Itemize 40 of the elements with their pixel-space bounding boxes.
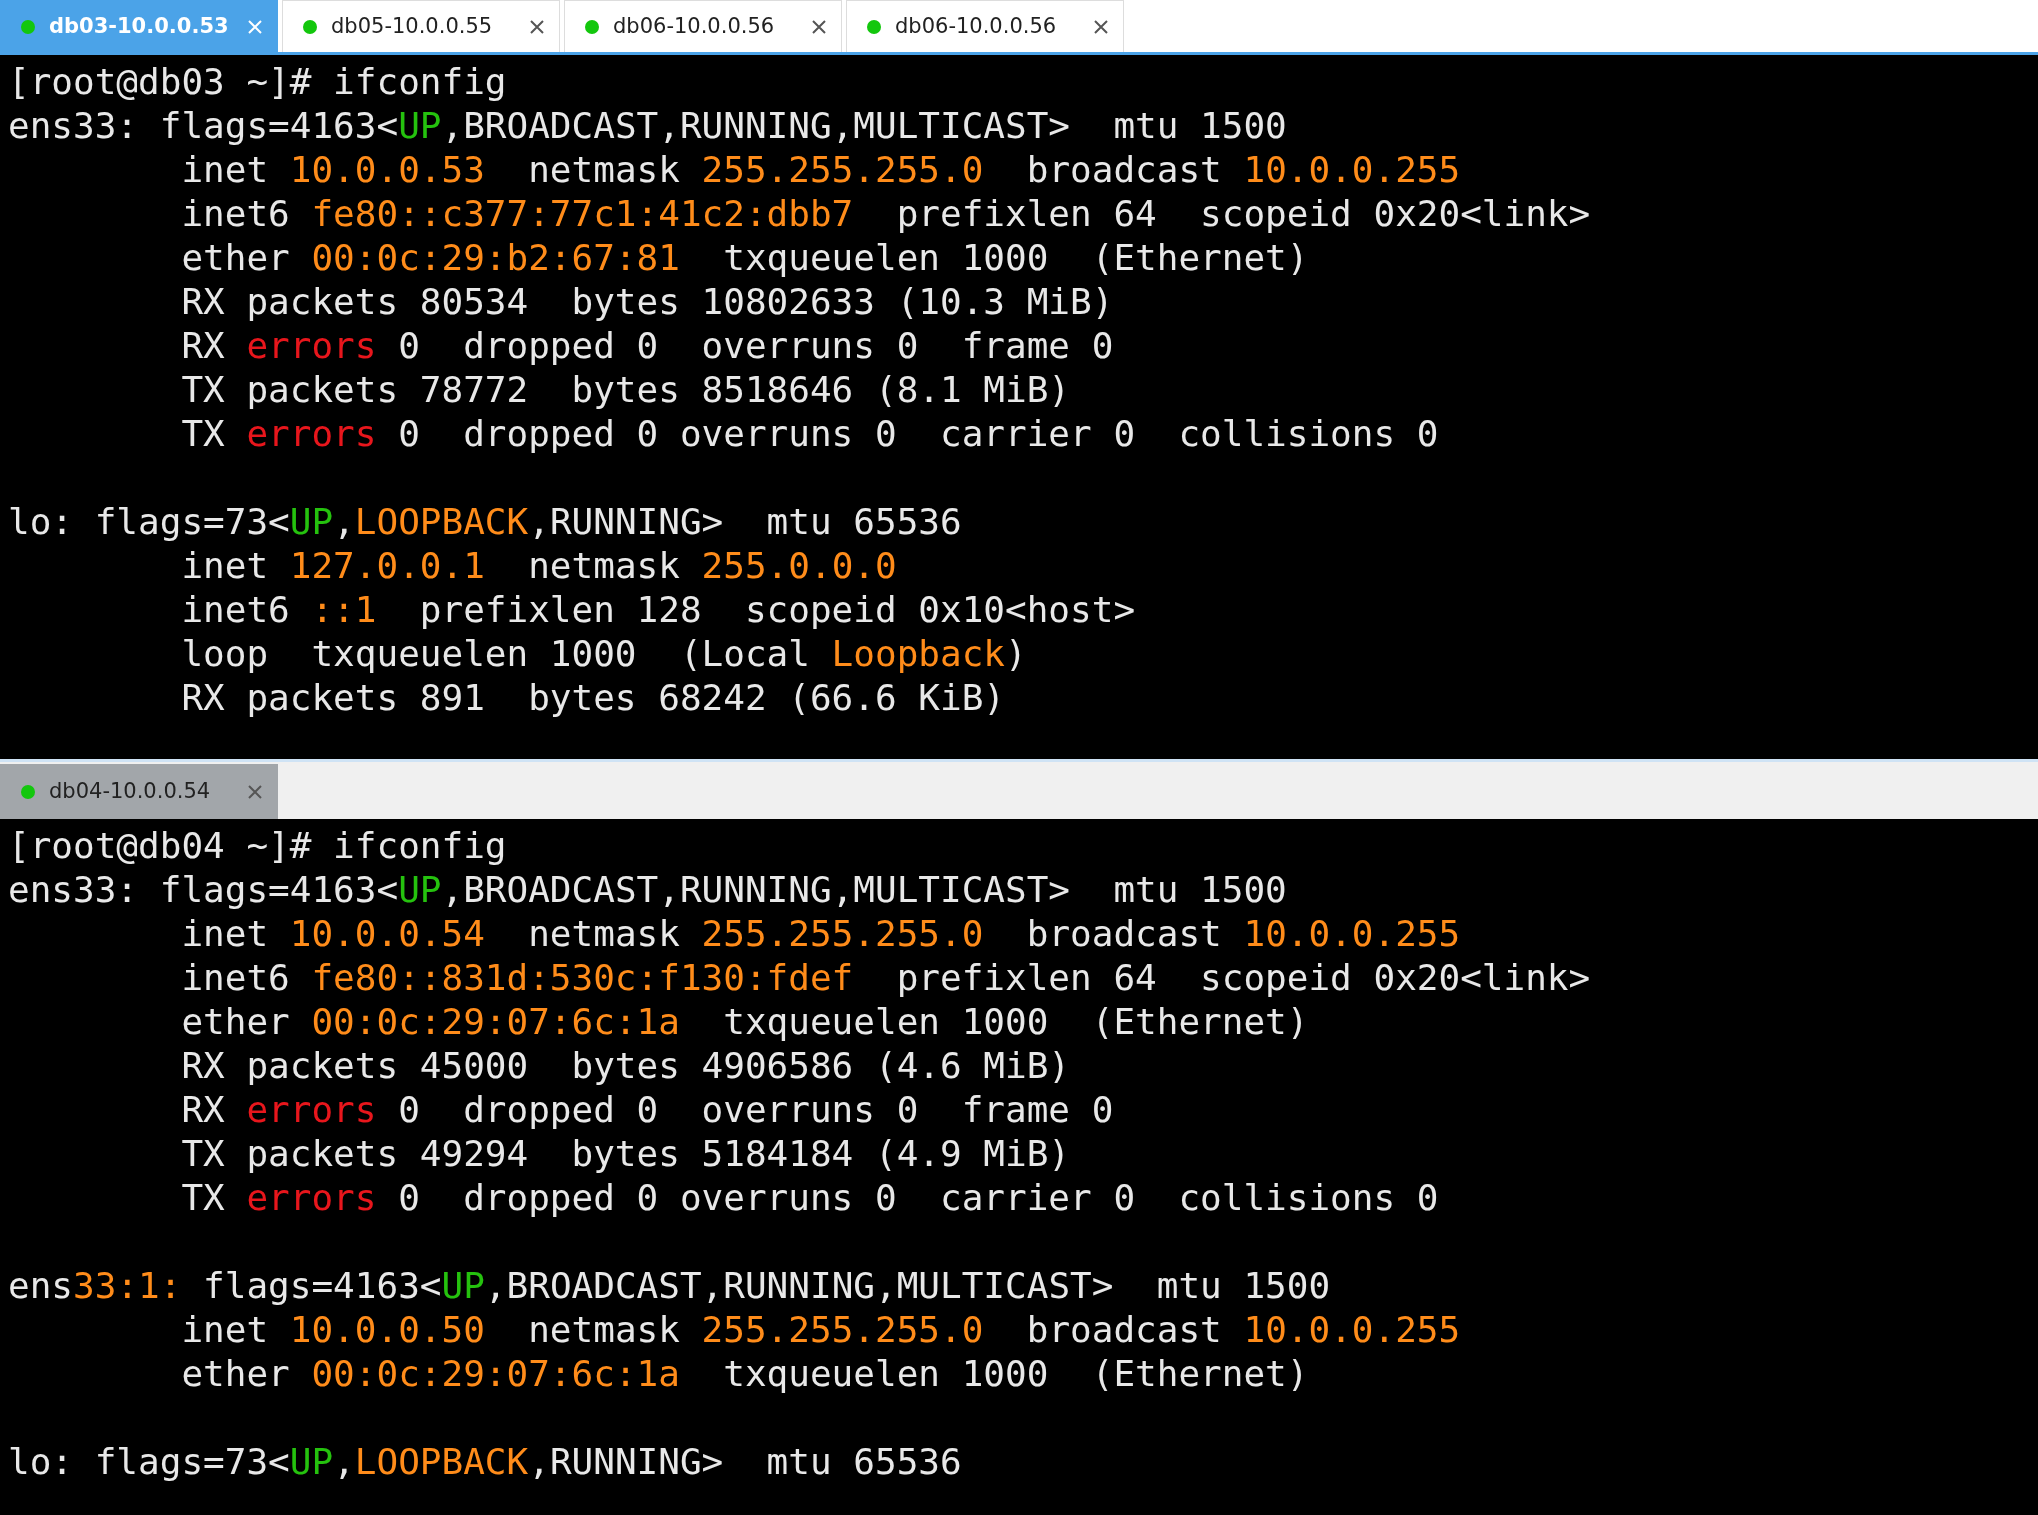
terminal-line: ether 00:0c:29:07:6c:1a txqueuelen 1000 (Ethernet) bbox=[180, 1352, 1309, 1396]
terminal-line: lo: flags=73<UP,LOOPBACK,RUNNING> mtu 65536 bbox=[8, 1440, 962, 1484]
terminal-line: RX packets 45000 bytes 4906586 (4.6 MiB) bbox=[180, 1044, 1071, 1088]
session-tab[interactable]: db06-10.0.0.56 bbox=[564, 0, 842, 52]
terminal-line: inet 10.0.0.50 netmask 255.255.255.0 broadcast 10.0.0.255 bbox=[180, 1308, 1461, 1352]
terminal-line: TX errors 0 dropped 0 overruns 0 carrier 0 collisions 0 bbox=[180, 412, 1439, 456]
close-icon[interactable] bbox=[811, 18, 827, 35]
close-icon[interactable] bbox=[1093, 18, 1109, 35]
terminal-line: ens33: flags=4163<UP,BROADCAST,RUNNING,MULTICAST> mtu 1500 bbox=[8, 868, 1287, 912]
terminal-line: inet6 ::1 prefixlen 128 scopeid 0x10<host> bbox=[180, 588, 1136, 632]
terminal-line: RX packets 80534 bytes 10802633 (10.3 MiB) bbox=[180, 280, 1114, 324]
terminal-line: RX errors 0 dropped 0 overruns 0 frame 0 bbox=[180, 324, 1114, 368]
terminal-line: inet 127.0.0.1 netmask 255.0.0.0 bbox=[180, 544, 897, 588]
status-dot-icon bbox=[867, 19, 881, 34]
status-dot-icon bbox=[585, 19, 599, 34]
terminal-line: RX packets 891 bytes 68242 (66.6 KiB) bbox=[180, 676, 1005, 720]
close-icon[interactable] bbox=[529, 18, 545, 35]
terminal-line: TX errors 0 dropped 0 overruns 0 carrier 0 collisions 0 bbox=[180, 1176, 1439, 1220]
terminal-line: RX errors 0 dropped 0 overruns 0 frame 0 bbox=[180, 1088, 1114, 1132]
terminal-line: ether 00:0c:29:b2:67:81 txqueuelen 1000 (Ethernet) bbox=[180, 236, 1309, 280]
terminal-line: TX packets 78772 bytes 8518646 (8.1 MiB) bbox=[180, 368, 1071, 412]
terminal-line: loop txqueuelen 1000 (Local Loopback) bbox=[180, 632, 1027, 676]
terminal-line: TX packets 49294 bytes 5184184 (4.9 MiB) bbox=[180, 1132, 1071, 1176]
session-tab[interactable]: db06-10.0.0.56 bbox=[846, 0, 1124, 52]
session-tab[interactable]: db05-10.0.0.55 bbox=[282, 0, 560, 52]
terminal-line: [root@db04 ~]# ifconfig bbox=[8, 824, 507, 868]
terminal-line: ens33: flags=4163<UP,BROADCAST,RUNNING,MULTICAST> mtu 1500 bbox=[8, 104, 1287, 148]
session-tab[interactable]: db04-10.0.0.54 bbox=[0, 764, 278, 819]
status-dot-icon bbox=[21, 785, 35, 799]
terminal-line: lo: flags=73<UP,LOOPBACK,RUNNING> mtu 65536 bbox=[8, 500, 962, 544]
close-icon[interactable] bbox=[247, 784, 263, 800]
status-dot-icon bbox=[21, 19, 35, 34]
terminal-line: inet6 fe80::c377:77c1:41c2:dbb7 prefixlen 64 scopeid 0x20<link> bbox=[180, 192, 1591, 236]
terminal-line: inet 10.0.0.53 netmask 255.255.255.0 broadcast 10.0.0.255 bbox=[180, 148, 1461, 192]
status-dot-icon bbox=[303, 19, 317, 34]
terminal-line: inet6 fe80::831d:530c:f130:fdef prefixlen 64 scopeid 0x20<link> bbox=[180, 956, 1591, 1000]
terminal-line: [root@db03 ~]# ifconfig bbox=[8, 60, 507, 104]
terminal-line: ether 00:0c:29:07:6c:1a txqueuelen 1000 (Ethernet) bbox=[180, 1000, 1309, 1044]
terminal-line: inet 10.0.0.54 netmask 255.255.255.0 broadcast 10.0.0.255 bbox=[180, 912, 1461, 956]
terminal-line: ens33:1: flags=4163<UP,BROADCAST,RUNNING,MULTICAST> mtu 1500 bbox=[8, 1264, 1331, 1308]
